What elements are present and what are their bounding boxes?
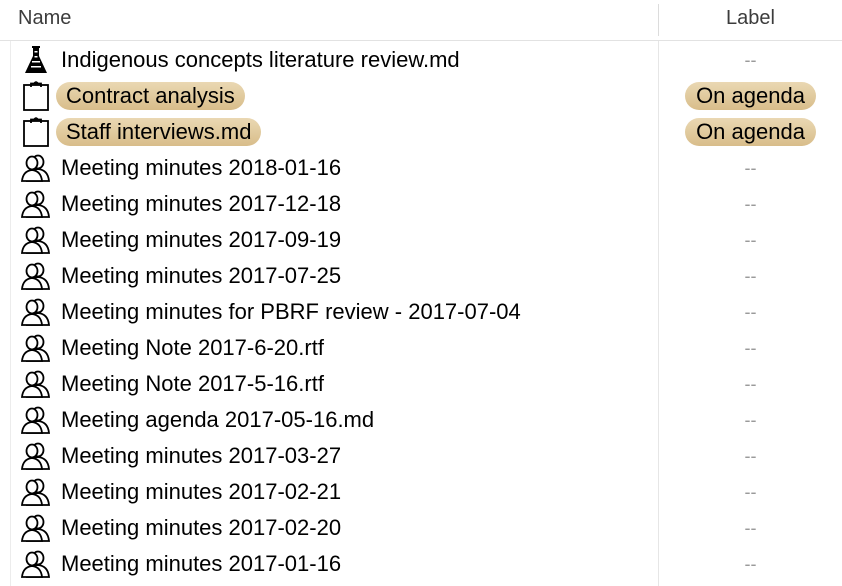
item-name: Staff interviews.md xyxy=(56,118,262,146)
label-empty: -- xyxy=(744,518,757,538)
label-tag: On agenda xyxy=(659,114,842,150)
people-icon xyxy=(20,477,52,507)
item-name: Meeting minutes 2017-12-18 xyxy=(61,191,342,216)
item-name: Meeting minutes 2017-01-16 xyxy=(61,551,342,576)
list-item[interactable]: Meeting Note 2017-5-16.rtf -- xyxy=(0,366,842,402)
column-header-bar: Name Label xyxy=(0,0,842,41)
label-empty: -- xyxy=(744,158,757,178)
item-name: Meeting minutes 2017-02-20 xyxy=(61,515,342,540)
label-empty: -- xyxy=(744,554,757,574)
people-icon xyxy=(20,369,52,399)
item-name: Meeting minutes 2017-02-21 xyxy=(61,479,342,504)
item-name: Meeting minutes 2018-01-16 xyxy=(61,155,342,180)
people-icon xyxy=(20,189,52,219)
label-tag-text: On agenda xyxy=(685,118,816,146)
people-icon xyxy=(20,513,52,543)
people-icon xyxy=(20,405,52,435)
list-item[interactable]: Meeting minutes 2017-12-18 -- xyxy=(0,186,842,222)
label-empty: -- xyxy=(744,410,757,430)
label-empty: -- xyxy=(744,338,757,358)
item-name: Meeting agenda 2017-05-16.md xyxy=(61,407,375,432)
flask-icon xyxy=(20,45,52,75)
clipboard-icon xyxy=(20,117,52,147)
list-item[interactable]: Meeting agenda 2017-05-16.md -- xyxy=(0,402,842,438)
list-item[interactable]: Meeting minutes 2017-09-19 -- xyxy=(0,222,842,258)
list-item[interactable]: Indigenous concepts literature review.md… xyxy=(0,42,842,78)
list-item[interactable]: Meeting minutes 2017-07-25 -- xyxy=(0,258,842,294)
people-icon xyxy=(20,297,52,327)
list-item[interactable]: Meeting minutes for PBRF review - 2017-0… xyxy=(0,294,842,330)
list-item[interactable]: Meeting minutes 2017-02-21 -- xyxy=(0,474,842,510)
item-name: Meeting minutes for PBRF review - 2017-0… xyxy=(61,299,521,324)
label-empty: -- xyxy=(744,266,757,286)
label-tag-text: On agenda xyxy=(685,82,816,110)
label-empty: -- xyxy=(744,194,757,214)
item-name: Meeting minutes 2017-03-27 xyxy=(61,443,342,468)
list-item[interactable]: Contract analysis On agenda xyxy=(0,78,842,114)
item-name: Meeting minutes 2017-09-19 xyxy=(61,227,342,252)
list-item[interactable]: Meeting Note 2017-6-20.rtf -- xyxy=(0,330,842,366)
label-empty: -- xyxy=(744,230,757,250)
label-empty: -- xyxy=(744,302,757,322)
people-icon xyxy=(20,261,52,291)
people-icon xyxy=(20,153,52,183)
label-empty: -- xyxy=(744,374,757,394)
item-name: Meeting Note 2017-5-16.rtf xyxy=(61,371,324,396)
list-item[interactable]: Meeting minutes 2017-01-16 -- xyxy=(0,546,842,582)
item-name: Meeting minutes 2017-07-25 xyxy=(61,263,342,288)
item-name: Indigenous concepts literature review.md xyxy=(61,47,460,72)
list-item[interactable]: Meeting minutes 2018-01-16 -- xyxy=(0,150,842,186)
file-rows: Indigenous concepts literature review.md… xyxy=(0,42,842,582)
label-tag: On agenda xyxy=(659,78,842,114)
file-list-view: Name Label Indigenous concepts literatur… xyxy=(0,0,842,586)
label-empty: -- xyxy=(744,446,757,466)
people-icon xyxy=(20,549,52,579)
people-icon xyxy=(20,333,52,363)
people-icon xyxy=(20,441,52,471)
list-item[interactable]: Meeting minutes 2017-03-27 -- xyxy=(0,438,842,474)
clipboard-icon xyxy=(20,81,52,111)
column-header-name[interactable]: Name xyxy=(18,7,71,30)
label-empty: -- xyxy=(744,50,757,70)
item-name: Meeting Note 2017-6-20.rtf xyxy=(61,335,324,360)
list-item[interactable]: Staff interviews.md On agenda xyxy=(0,114,842,150)
label-empty: -- xyxy=(744,482,757,502)
column-header-label[interactable]: Label xyxy=(659,7,842,30)
people-icon xyxy=(20,225,52,255)
item-name: Contract analysis xyxy=(56,82,245,110)
list-item[interactable]: Meeting minutes 2017-02-20 -- xyxy=(0,510,842,546)
